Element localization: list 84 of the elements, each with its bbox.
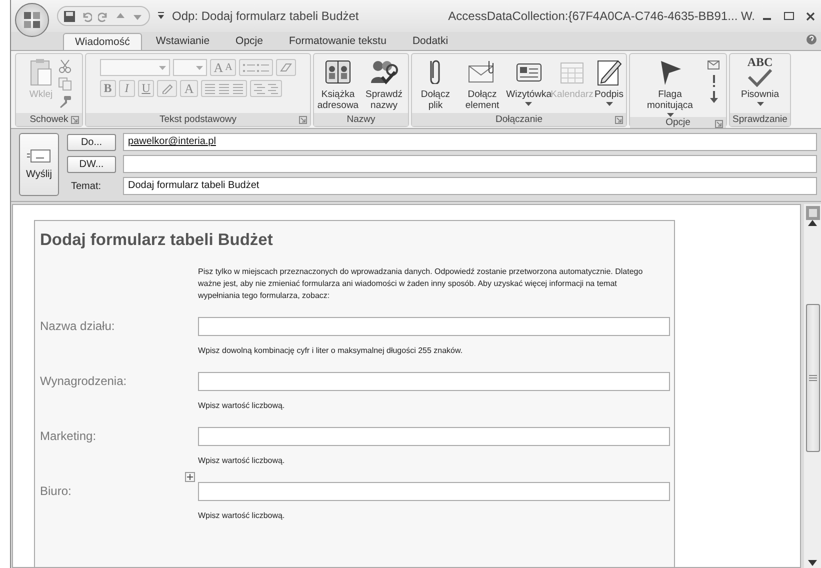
spelling-button[interactable]: ABC Pisownia (740, 57, 780, 106)
launcher-icon[interactable] (615, 116, 623, 124)
save-icon[interactable] (64, 10, 75, 22)
highlight-button[interactable] (157, 80, 178, 97)
ribbon-tab[interactable]: Wstawianie (144, 32, 222, 50)
form-instructions: Pisz tylko w miejscach przeznaczonych do wprowadzania danych. Odpowiedź zostanie przetworzona automatycznie. Dlatego ważne jest, aby nie zmieniać formularza ani wiadomości w żaden inny sposób. Aby uzyskać więcej informacji na temat wypełniania tego formularza, zobacz: (198, 266, 644, 302)
font-name-field[interactable] (100, 59, 170, 76)
send-envelope-icon (27, 149, 51, 163)
check-names-button[interactable]: Sprawdź nazwy (362, 57, 406, 111)
clipboard-icon (29, 57, 53, 87)
group-label: Opcje (666, 117, 690, 128)
scissors-icon[interactable] (58, 59, 72, 73)
format-painter-icon[interactable] (58, 95, 72, 109)
window-title: Odp: Dodaj formularz tabeli Budżet (172, 9, 359, 23)
grip-icon (808, 375, 816, 381)
ribbon-tab[interactable]: Wiadomość (63, 33, 142, 50)
caret-icon (196, 66, 203, 70)
group-label: Schowek (30, 114, 68, 125)
form-input-field[interactable] (198, 372, 670, 391)
low-importance-icon[interactable] (707, 91, 721, 103)
field-label: Marketing: (40, 428, 98, 445)
office-logo-icon (23, 11, 41, 29)
document-id: AccessDataCollection:{67F4A0CA-C746-4635-BB91... W. (448, 9, 755, 23)
align-icon (204, 84, 243, 94)
scroll-thumb[interactable] (806, 304, 820, 452)
ribbon-tab[interactable]: Dodatki (400, 32, 460, 50)
help-icon[interactable] (806, 34, 817, 45)
ribbon-tab[interactable]: Opcje (224, 32, 275, 50)
field-label: Biuro: (40, 483, 72, 500)
bullet-list-icon (243, 62, 270, 72)
send-button[interactable]: Wyślij (19, 133, 59, 196)
attach-file-button[interactable]: Dołącz plik (414, 57, 457, 111)
form-title: Dodaj formularz tabeli Budżet (40, 231, 274, 250)
scroll-down-icon[interactable] (808, 560, 817, 566)
cc-button[interactable]: DW... (67, 156, 116, 172)
field-hint: Wpisz wartość liczbową. (198, 510, 286, 521)
form-input-field[interactable] (198, 427, 670, 446)
copy-icon[interactable] (58, 77, 72, 91)
paperclip-icon (430, 60, 440, 84)
launcher-icon[interactable] (299, 116, 307, 124)
field-hint: Wpisz dowolną kombinację cyfr i liter o maksymalnej długości 255 znaków. (198, 345, 464, 356)
group-label: Sprawdzanie (732, 114, 788, 125)
vertical-scrollbar[interactable] (803, 204, 821, 568)
cc-field[interactable] (123, 155, 817, 173)
form-input-field[interactable] (198, 482, 670, 501)
field-label: Wynagrodzenia: (40, 373, 128, 390)
to-button[interactable]: Do... (67, 134, 116, 150)
form-input-field[interactable] (198, 317, 670, 336)
subject-label: Temat: (70, 180, 102, 192)
undo-icon[interactable] (81, 10, 92, 22)
bullets-button[interactable] (239, 59, 274, 76)
caret-icon (158, 66, 166, 70)
group-label: Nazwy (346, 114, 376, 125)
group-label: Dołączanie (496, 114, 542, 125)
follow-up-flag-button[interactable]: Flaga monitująca (635, 57, 705, 117)
highlighter-icon (161, 83, 174, 94)
indent-button[interactable] (250, 80, 282, 97)
office-button[interactable] (15, 3, 49, 37)
checkmark-icon (747, 69, 773, 87)
customize-caret-icon[interactable] (158, 12, 164, 20)
business-card-button[interactable]: Wizytówka (508, 57, 550, 106)
ribbon-tab[interactable]: Formatowanie tekstu (276, 32, 398, 50)
field-hint: Wpisz wartość liczbową. (198, 400, 286, 411)
indent-icon (254, 84, 278, 94)
to-field[interactable]: pawelkor@interia.pl (123, 133, 817, 151)
maximize-icon[interactable] (784, 12, 794, 20)
address-book-button[interactable]: Książka adresowa (316, 57, 360, 111)
clear-format-button[interactable] (276, 59, 296, 76)
launcher-icon[interactable] (71, 116, 79, 124)
close-icon[interactable] (806, 12, 815, 20)
font-size-field[interactable] (172, 59, 207, 76)
group-label: Tekst podstawowy (159, 114, 237, 125)
subject-field[interactable]: Dodaj formularz tabeli Budżet (123, 177, 817, 195)
table-move-handle-icon[interactable] (185, 472, 195, 482)
attach-item-button[interactable]: Dołącz element (458, 57, 506, 111)
launcher-icon[interactable] (715, 120, 723, 128)
eraser-icon (280, 62, 292, 73)
field-label: Nazwa działu: (40, 318, 116, 335)
abc-label: ABC (747, 57, 773, 67)
redo-icon[interactable] (98, 10, 109, 22)
envelope-icon[interactable] (707, 59, 721, 71)
signature-button[interactable]: Podpis (594, 57, 624, 106)
field-hint: Wpisz wartość liczbową. (198, 455, 286, 466)
align-button[interactable] (200, 80, 247, 97)
